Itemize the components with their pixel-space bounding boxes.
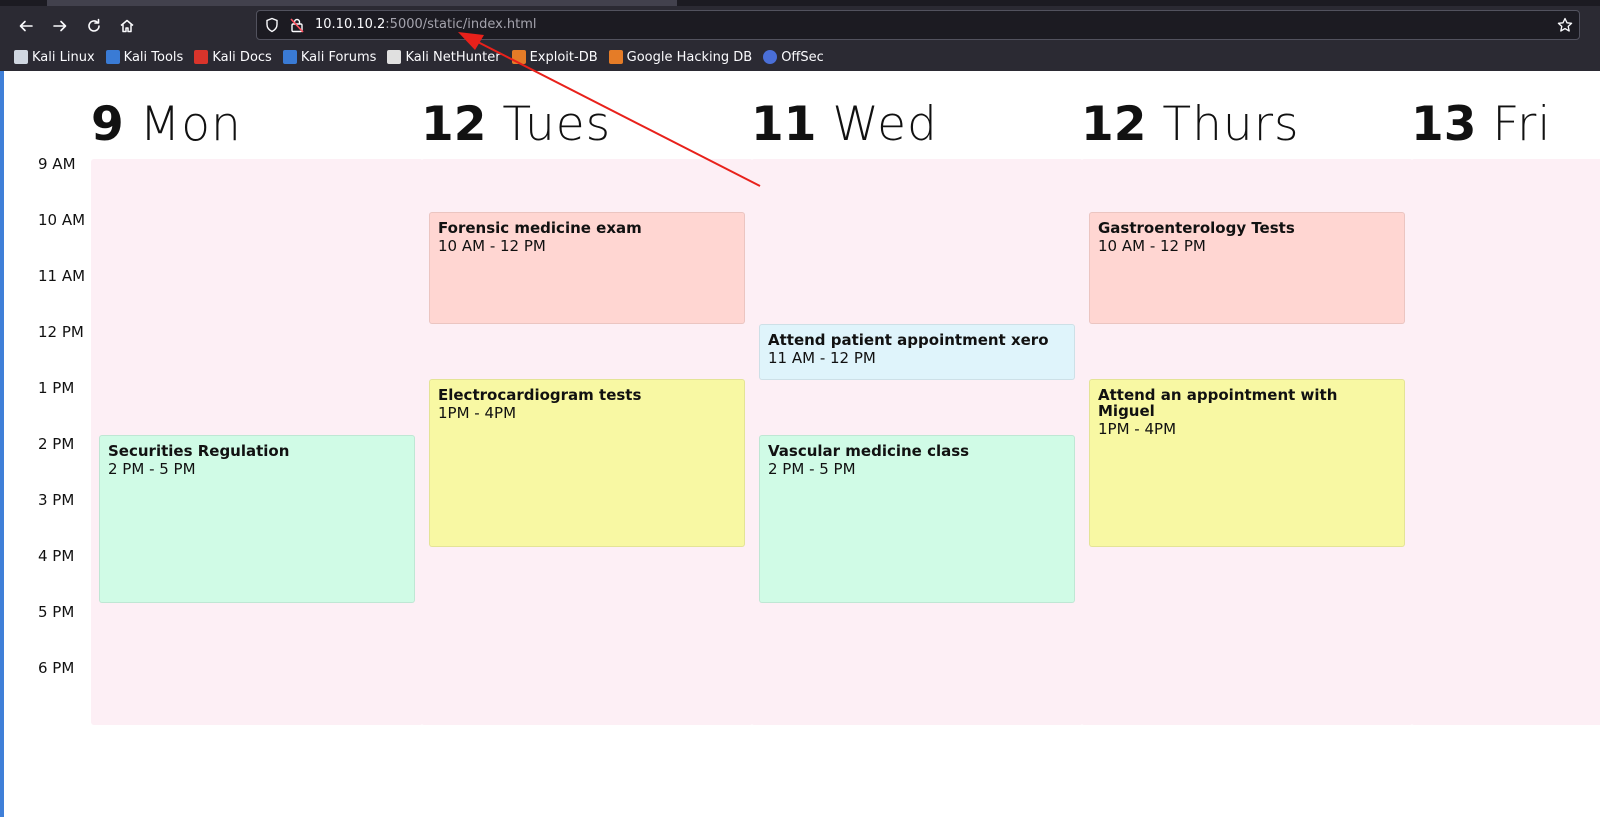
home-button[interactable] xyxy=(114,13,140,39)
event-time: 1PM - 4PM xyxy=(438,404,517,422)
bookmarks-toolbar: Kali Linux Kali Tools Kali Docs Kali For… xyxy=(0,44,1600,70)
time-label: 6 PM xyxy=(38,659,75,677)
event-title: Attend an appointment with Miguel xyxy=(1098,386,1338,420)
back-button[interactable] xyxy=(13,13,39,39)
kali-dragon-icon xyxy=(14,50,28,64)
bookmark-label: Kali NetHunter xyxy=(405,49,501,65)
kali-docs-icon xyxy=(194,50,209,64)
event-forensic-medicine-exam[interactable]: Forensic medicine exam 10 AM - 12 PM xyxy=(429,212,745,324)
reload-button[interactable] xyxy=(81,13,107,39)
bookmark-kali-linux[interactable]: Kali Linux xyxy=(14,50,95,65)
insecure-lock-icon[interactable] xyxy=(289,17,305,33)
shield-icon[interactable] xyxy=(264,17,280,33)
kali-forums-icon xyxy=(282,50,297,64)
event-attend-patient-appointment-xero[interactable]: Attend patient appointment xero 11 AM - … xyxy=(759,324,1075,380)
google-hacking-db-icon xyxy=(608,50,623,64)
event-title: Electrocardiogram tests xyxy=(438,386,642,404)
bookmark-label: Kali Docs xyxy=(212,49,272,65)
day-header-wed: 11 Wed xyxy=(751,97,938,153)
event-securities-regulation[interactable]: Securities Regulation 2 PM - 5 PM xyxy=(99,435,415,603)
time-label: 12 PM xyxy=(38,323,84,341)
bookmark-kali-docs[interactable]: Kali Docs xyxy=(194,50,272,65)
bookmark-label: Kali Forums xyxy=(300,49,377,65)
bookmark-offsec[interactable]: OffSec xyxy=(763,50,824,65)
bookmark-label: Kali Tools xyxy=(123,49,184,65)
day-header-tues: 12 Tues xyxy=(421,97,611,153)
bookmark-kali-nethunter[interactable]: Kali NetHunter xyxy=(387,49,501,65)
forward-button[interactable] xyxy=(47,13,73,39)
day-number: 12 xyxy=(1081,97,1147,152)
day-header-thurs: 12 Thurs xyxy=(1081,97,1300,153)
time-label: 11 AM xyxy=(38,267,86,285)
kali-nethunter-icon xyxy=(387,50,402,64)
bookmark-exploit-db[interactable]: Exploit-DB xyxy=(511,49,598,65)
event-time: 2 PM - 5 PM xyxy=(768,460,856,478)
event-title: Attend patient appointment xero xyxy=(768,331,1049,349)
time-label: 10 AM xyxy=(38,211,86,229)
day-name: Wed xyxy=(832,97,938,152)
offsec-icon xyxy=(763,50,778,64)
event-time: 2 PM - 5 PM xyxy=(108,460,196,478)
time-label: 9 AM xyxy=(38,155,76,173)
event-time: 11 AM - 12 PM xyxy=(768,349,876,367)
calendar-page: 9 Mon 12 Tues 11 Wed 12 Thurs 13 Fri 9 AM 10 … xyxy=(0,71,1600,817)
bookmark-label: OffSec xyxy=(781,49,824,65)
home-icon xyxy=(120,19,134,33)
time-label: 3 PM xyxy=(38,491,75,509)
day-header-mon: 9 Mon xyxy=(91,97,242,153)
day-header-fri: 13 Fri xyxy=(1411,97,1551,153)
bookmark-label: Kali Linux xyxy=(32,49,95,65)
url-host: 10.10.10.2 xyxy=(315,17,386,32)
bookmark-star-icon[interactable] xyxy=(1557,17,1573,33)
event-electrocardiogram-tests[interactable]: Electrocardiogram tests 1PM - 4PM xyxy=(429,379,745,547)
time-label: 1 PM xyxy=(38,379,75,397)
event-title: Forensic medicine exam xyxy=(438,219,642,237)
event-title: Securities Regulation xyxy=(108,442,290,460)
browser-toolbar: 10.10.10.2:5000/static/index.html Kali L… xyxy=(0,0,1600,71)
event-attend-appointment-miguel[interactable]: Attend an appointment with Miguel 1PM - … xyxy=(1089,379,1405,547)
event-time: 10 AM - 12 PM xyxy=(1098,237,1206,255)
url-path: :5000/static/index.html xyxy=(385,17,537,32)
reload-icon xyxy=(88,18,100,32)
bookmark-google-hacking-db[interactable]: Google Hacking DB xyxy=(608,49,753,65)
day-number: 11 xyxy=(751,97,817,152)
back-arrow-icon xyxy=(19,20,33,32)
event-vascular-medicine-class[interactable]: Vascular medicine class 2 PM - 5 PM xyxy=(759,435,1075,603)
day-name: Thurs xyxy=(1162,97,1300,152)
event-title: Gastroenterology Tests xyxy=(1098,219,1295,237)
event-title: Vascular medicine class xyxy=(768,442,970,460)
day-number: 12 xyxy=(421,97,487,152)
day-name: Mon xyxy=(139,97,242,152)
active-tab[interactable] xyxy=(47,0,677,6)
day-number: 9 xyxy=(91,97,124,152)
bookmark-kali-tools[interactable]: Kali Tools xyxy=(105,49,184,65)
time-label: 4 PM xyxy=(38,547,75,565)
address-bar[interactable]: 10.10.10.2:5000/static/index.html xyxy=(256,10,1580,40)
exploit-db-icon xyxy=(511,50,526,64)
kali-tools-icon xyxy=(105,50,120,64)
event-gastroenterology-tests[interactable]: Gastroenterology Tests 10 AM - 12 PM xyxy=(1089,212,1405,324)
day-column-fri xyxy=(1411,159,1600,725)
day-name: Fri xyxy=(1492,97,1552,152)
event-time: 10 AM - 12 PM xyxy=(438,237,546,255)
bookmark-kali-forums[interactable]: Kali Forums xyxy=(282,49,377,65)
day-name: Tues xyxy=(502,97,612,152)
day-number: 13 xyxy=(1411,97,1477,152)
url-text[interactable]: 10.10.10.2:5000/static/index.html xyxy=(315,16,537,34)
event-time: 1PM - 4PM xyxy=(1098,420,1177,438)
bookmark-label: Exploit-DB xyxy=(529,49,598,65)
tab-strip xyxy=(0,0,1600,6)
forward-arrow-icon xyxy=(53,20,67,32)
time-label: 5 PM xyxy=(38,603,75,621)
time-label: 2 PM xyxy=(38,435,75,453)
bookmark-label: Google Hacking DB xyxy=(626,49,753,65)
